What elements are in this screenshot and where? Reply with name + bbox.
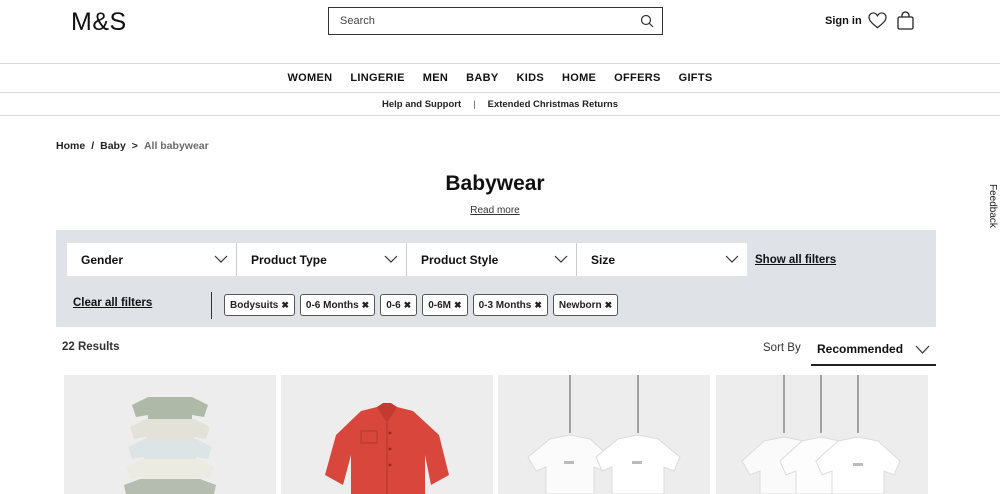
- chip-label: 0-6 Months: [305, 299, 359, 311]
- product-card-red-shirt[interactable]: [281, 375, 493, 494]
- product-card-white-bodysuits-hanging[interactable]: [498, 375, 710, 494]
- sub-nav: Help and Support | Extended Christmas Re…: [0, 93, 1000, 116]
- nav-item-men[interactable]: MEN: [414, 72, 457, 84]
- breadcrumb-separator: /: [91, 140, 95, 152]
- show-all-filters-link[interactable]: Show all filters: [755, 254, 836, 266]
- sort-by-label: Sort By: [763, 342, 801, 354]
- page-title: Babywear: [445, 172, 545, 195]
- chevron-down-icon: [725, 255, 739, 263]
- nav-item-offers[interactable]: OFFERS: [605, 72, 669, 84]
- nav-item-women[interactable]: WOMEN: [279, 72, 342, 84]
- nav-item-home[interactable]: HOME: [553, 72, 605, 84]
- filter-chip-bodysuits[interactable]: Bodysuits ✖: [224, 294, 295, 316]
- breadcrumb-current: All babywear: [143, 140, 209, 152]
- filter-chip-newborn[interactable]: Newborn ✖: [552, 294, 619, 316]
- close-icon[interactable]: ✖: [281, 300, 289, 311]
- product-image: [498, 375, 710, 494]
- clear-all-filters-link[interactable]: Clear all filters: [73, 297, 152, 309]
- chip-label: 0-6M: [428, 299, 452, 311]
- filter-chip-0-6[interactable]: 0-6 ✖: [380, 294, 418, 316]
- read-more-wrap: Read more: [0, 205, 990, 216]
- product-card-white-bodysuits-set[interactable]: [716, 375, 928, 494]
- subnav-divider: |: [473, 98, 476, 110]
- filter-gender-label: Gender: [81, 252, 124, 267]
- breadcrumb-home[interactable]: Home: [56, 140, 85, 152]
- filter-chip-0-3-months[interactable]: 0-3 Months ✖: [472, 294, 548, 316]
- chevron-down-icon: [384, 255, 398, 263]
- chevron-down-icon: [915, 345, 930, 354]
- filter-chip-0-6-months[interactable]: 0-6 Months ✖: [299, 294, 376, 316]
- product-image: [716, 375, 928, 494]
- filter-size-dropdown[interactable]: Size: [577, 243, 747, 276]
- chip-label: Newborn: [558, 299, 602, 311]
- close-icon[interactable]: ✖: [605, 300, 613, 311]
- close-icon[interactable]: ✖: [534, 300, 542, 311]
- filter-product-style-label: Product Style: [421, 252, 499, 267]
- chip-label: Bodysuits: [230, 299, 279, 311]
- sign-in-link[interactable]: Sign in: [825, 15, 862, 27]
- filter-panel: Gender Product Type Product Style Size S…: [56, 230, 936, 327]
- bag-icon[interactable]: [897, 11, 914, 30]
- nav-item-lingerie[interactable]: LINGERIE: [341, 72, 413, 84]
- close-icon[interactable]: ✖: [454, 300, 462, 311]
- filter-product-type-label: Product Type: [251, 252, 327, 267]
- close-icon[interactable]: ✖: [362, 300, 370, 311]
- nav-item-baby[interactable]: BABY: [457, 72, 507, 84]
- read-more-link[interactable]: Read more: [470, 205, 519, 216]
- chip-label: 0-6: [386, 299, 401, 311]
- product-card-bodysuits-stack[interactable]: [64, 375, 276, 494]
- active-filter-chips: Bodysuits ✖ 0-6 Months ✖ 0-6 ✖ 0-6M ✖ 0-3 Mo…: [224, 294, 619, 316]
- close-icon[interactable]: ✖: [404, 300, 412, 311]
- breadcrumb-separator: >: [131, 140, 138, 152]
- filter-divider: [211, 292, 212, 319]
- heart-icon[interactable]: [868, 12, 887, 29]
- nav-item-kids[interactable]: KIDS: [507, 72, 552, 84]
- sort-value: Recommended: [817, 342, 904, 356]
- site-header: M&S Sign in: [0, 0, 1000, 64]
- chip-label: 0-3 Months: [478, 299, 532, 311]
- filter-product-type-dropdown[interactable]: Product Type: [237, 243, 407, 276]
- product-image: [64, 375, 276, 494]
- product-image: [281, 375, 493, 494]
- nav-item-gifts[interactable]: GIFTS: [670, 72, 722, 84]
- search-icon[interactable]: [640, 14, 654, 28]
- sort-dropdown[interactable]: Recommended: [811, 334, 936, 366]
- breadcrumb-baby[interactable]: Baby: [100, 140, 126, 152]
- filter-chip-0-6m[interactable]: 0-6M ✖: [422, 294, 468, 316]
- chevron-down-icon: [554, 255, 568, 263]
- chevron-down-icon: [214, 255, 228, 263]
- search-input[interactable]: [329, 8, 619, 34]
- help-support-link[interactable]: Help and Support: [382, 99, 461, 110]
- filter-product-style-dropdown[interactable]: Product Style: [407, 243, 577, 276]
- filter-gender-dropdown[interactable]: Gender: [67, 243, 237, 276]
- brand-logo[interactable]: M&S: [71, 8, 127, 37]
- search-box[interactable]: [328, 7, 663, 35]
- main-nav: WOMEN LINGERIE MEN BABY KIDS HOME OFFERS…: [0, 63, 1000, 93]
- feedback-tab[interactable]: Feedback: [987, 184, 998, 228]
- christmas-returns-link[interactable]: Extended Christmas Returns: [488, 99, 618, 110]
- breadcrumb: Home / Baby > All babywear: [56, 140, 209, 152]
- filter-size-label: Size: [591, 252, 616, 267]
- results-count: 22 Results: [62, 341, 120, 353]
